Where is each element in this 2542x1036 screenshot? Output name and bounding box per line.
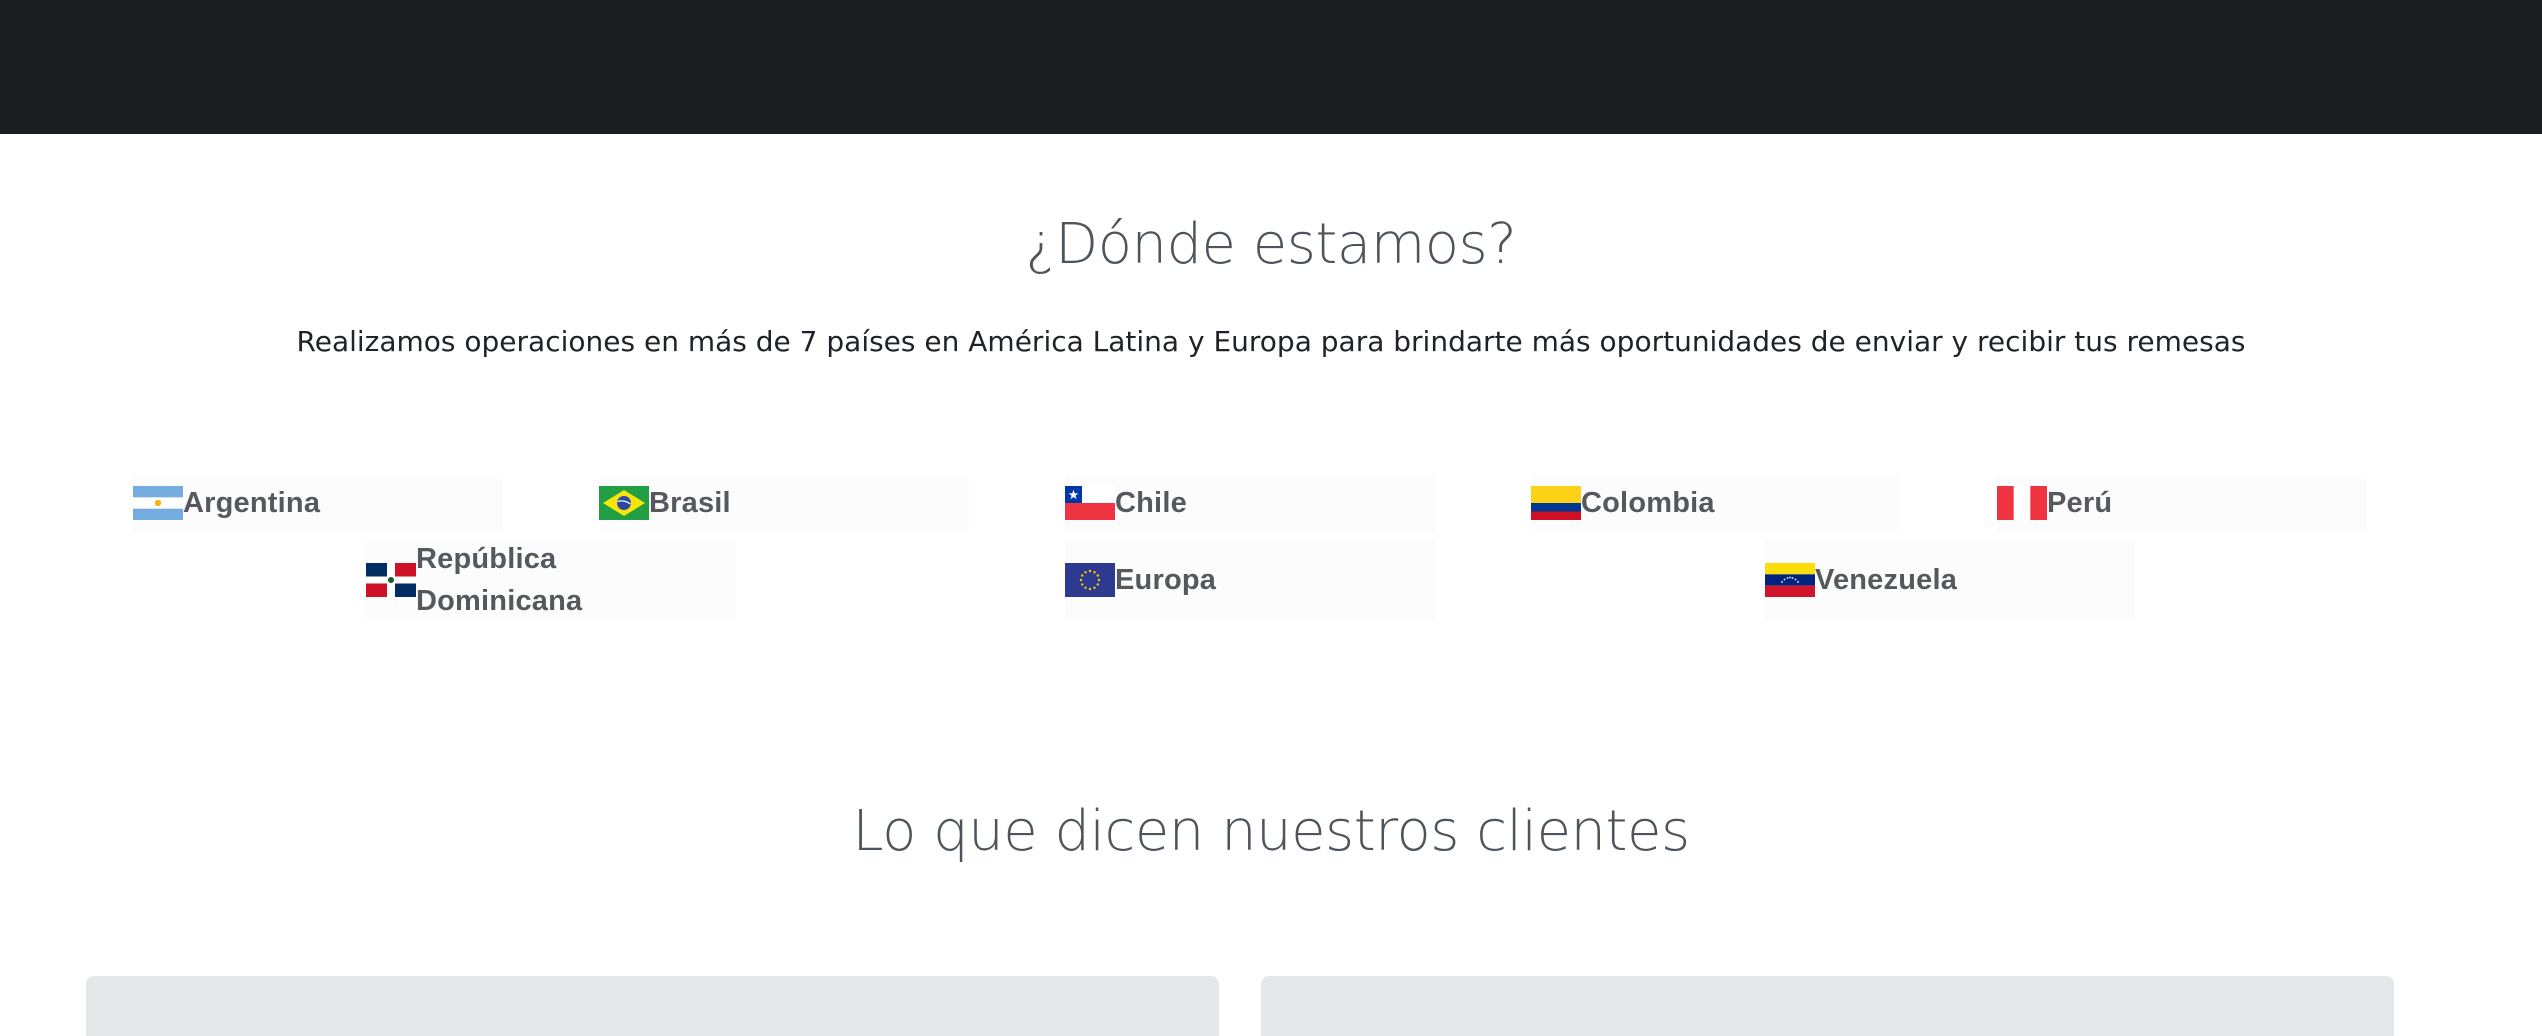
country-name: Argentina <box>183 487 321 519</box>
country-name: República Dominicana <box>416 543 583 617</box>
chile-flag-icon <box>1065 486 1115 520</box>
testimonials-section-title: Lo que dicen nuestros clientes <box>852 799 1690 864</box>
country-name: Venezuela <box>1815 564 1958 596</box>
brazil-flag-icon <box>599 486 649 520</box>
colombia-flag-icon <box>1531 486 1581 520</box>
testimonial-card <box>1261 976 2394 1036</box>
country-item-brasil[interactable]: Brasil <box>599 474 969 532</box>
country-name: Europa <box>1115 564 1217 596</box>
dominican-republic-flag-icon <box>366 563 416 597</box>
country-item-venezuela[interactable]: Venezuela <box>1765 540 2135 620</box>
peru-flag-icon <box>1997 486 2047 520</box>
argentina-flag-icon <box>133 486 183 520</box>
top-navigation-bar <box>0 0 2542 134</box>
country-item-chile[interactable]: Chile <box>1065 474 1435 532</box>
country-item-colombia[interactable]: Colombia <box>1531 474 1901 532</box>
european-union-flag-icon <box>1065 563 1115 597</box>
country-item-peru[interactable]: Perú <box>1997 474 2367 532</box>
country-name: Perú <box>2047 487 2113 519</box>
where-section-title: ¿Dónde estamos? <box>1025 212 1517 277</box>
country-item-europa[interactable]: Europa <box>1065 540 1435 620</box>
country-item-republica-dominicana[interactable]: República Dominicana <box>366 540 736 620</box>
where-section-subtitle: Realizamos operaciones en más de 7 paíse… <box>296 325 2246 358</box>
country-name: Colombia <box>1581 487 1715 519</box>
country-name: Brasil <box>649 487 731 519</box>
country-name: Chile <box>1115 487 1187 519</box>
testimonial-card <box>86 976 1219 1036</box>
venezuela-flag-icon <box>1765 563 1815 597</box>
country-item-argentina[interactable]: Argentina <box>133 474 503 532</box>
